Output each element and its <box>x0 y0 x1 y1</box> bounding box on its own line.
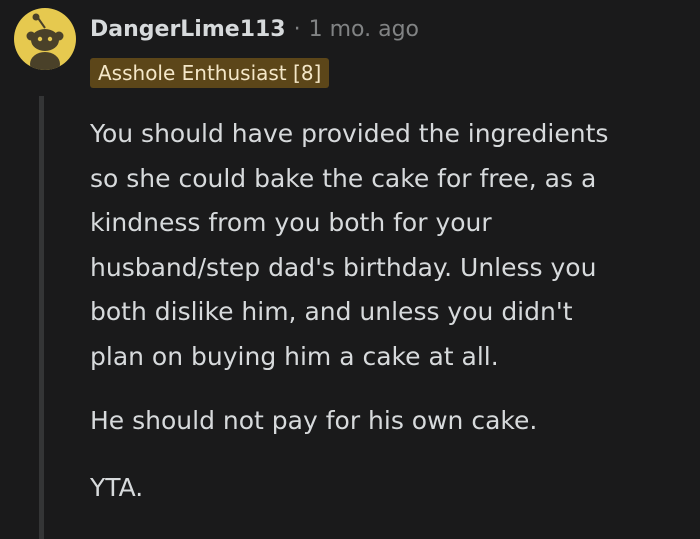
comment-paragraph: He should not pay for his own cake. <box>90 406 538 435</box>
user-flair: Asshole Enthusiast [8] <box>90 58 330 88</box>
author-username[interactable]: DangerLime113 <box>90 17 286 42</box>
thread-collapse-line[interactable] <box>39 96 44 539</box>
meta-separator: · <box>293 16 301 42</box>
comment-paragraph: You should have provided the ingredients… <box>90 119 609 371</box>
comment-paragraph: YTA. <box>90 472 144 502</box>
comment-header: DangerLime113 · 1 mo. ago <box>90 12 419 46</box>
comment-body: You should have provided the ingredients… <box>90 112 690 534</box>
comment: DangerLime113 · 1 mo. ago Asshole Enthus… <box>0 0 700 539</box>
reddit-snoo-avatar-icon[interactable] <box>14 8 76 70</box>
comment-timestamp[interactable]: 1 mo. ago <box>309 17 419 42</box>
